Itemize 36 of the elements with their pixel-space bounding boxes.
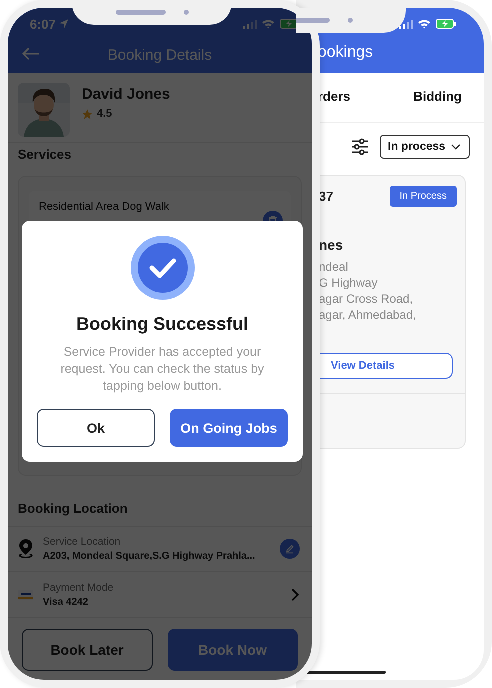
- dialog-title: Booking Successful: [76, 314, 249, 335]
- screen-title: Booking Details: [108, 47, 212, 64]
- address-line: G Highway: [319, 275, 379, 291]
- primary-button[interactable]: On Going Jobs: [170, 409, 288, 447]
- back-button[interactable]: [22, 47, 40, 61]
- location-arrow-icon: [59, 19, 70, 29]
- signal-icon: [399, 19, 413, 29]
- wifi-icon: [262, 19, 275, 29]
- provider-name: David Jones: [82, 86, 170, 103]
- section-heading: Services: [18, 147, 72, 163]
- address-line: agar, Ahmedabad,: [319, 307, 418, 323]
- service-name: Residential Area Dog Walk: [39, 201, 170, 213]
- section-heading: Booking Location: [18, 501, 129, 517]
- screen-title: ookings: [318, 44, 374, 62]
- chevron-right-icon[interactable]: [291, 588, 300, 602]
- chevron-down-icon: [450, 144, 461, 150]
- address-line: ndeal: [319, 259, 350, 275]
- location-pin-icon: [18, 539, 34, 559]
- customer-name: nes: [319, 237, 344, 253]
- booking-number: 37: [319, 189, 334, 204]
- address-line: agar Cross Road,: [319, 291, 414, 307]
- status-badge: In Process: [390, 186, 457, 207]
- field-value: A203, Mondeal Square,S.G Highway Prahla...: [43, 551, 256, 562]
- battery-charging-icon: [436, 19, 456, 29]
- wifi-icon: [418, 19, 431, 29]
- edit-icon[interactable]: [280, 539, 300, 559]
- filter-icon[interactable]: [351, 138, 369, 156]
- tab[interactable]: Bidding: [414, 89, 462, 106]
- rating-value: 4.5: [97, 108, 112, 120]
- status-dropdown[interactable]: In process: [380, 135, 470, 159]
- field-value: Visa 4242: [43, 596, 90, 608]
- star-icon: [82, 108, 93, 120]
- status-time: 6:07: [30, 16, 56, 32]
- dialog-message: Service Provider has accepted your request. You can check the status by tapping below button.: [60, 344, 266, 395]
- check-circle-icon: [130, 236, 194, 300]
- outline-button[interactable]: Ok: [37, 409, 155, 447]
